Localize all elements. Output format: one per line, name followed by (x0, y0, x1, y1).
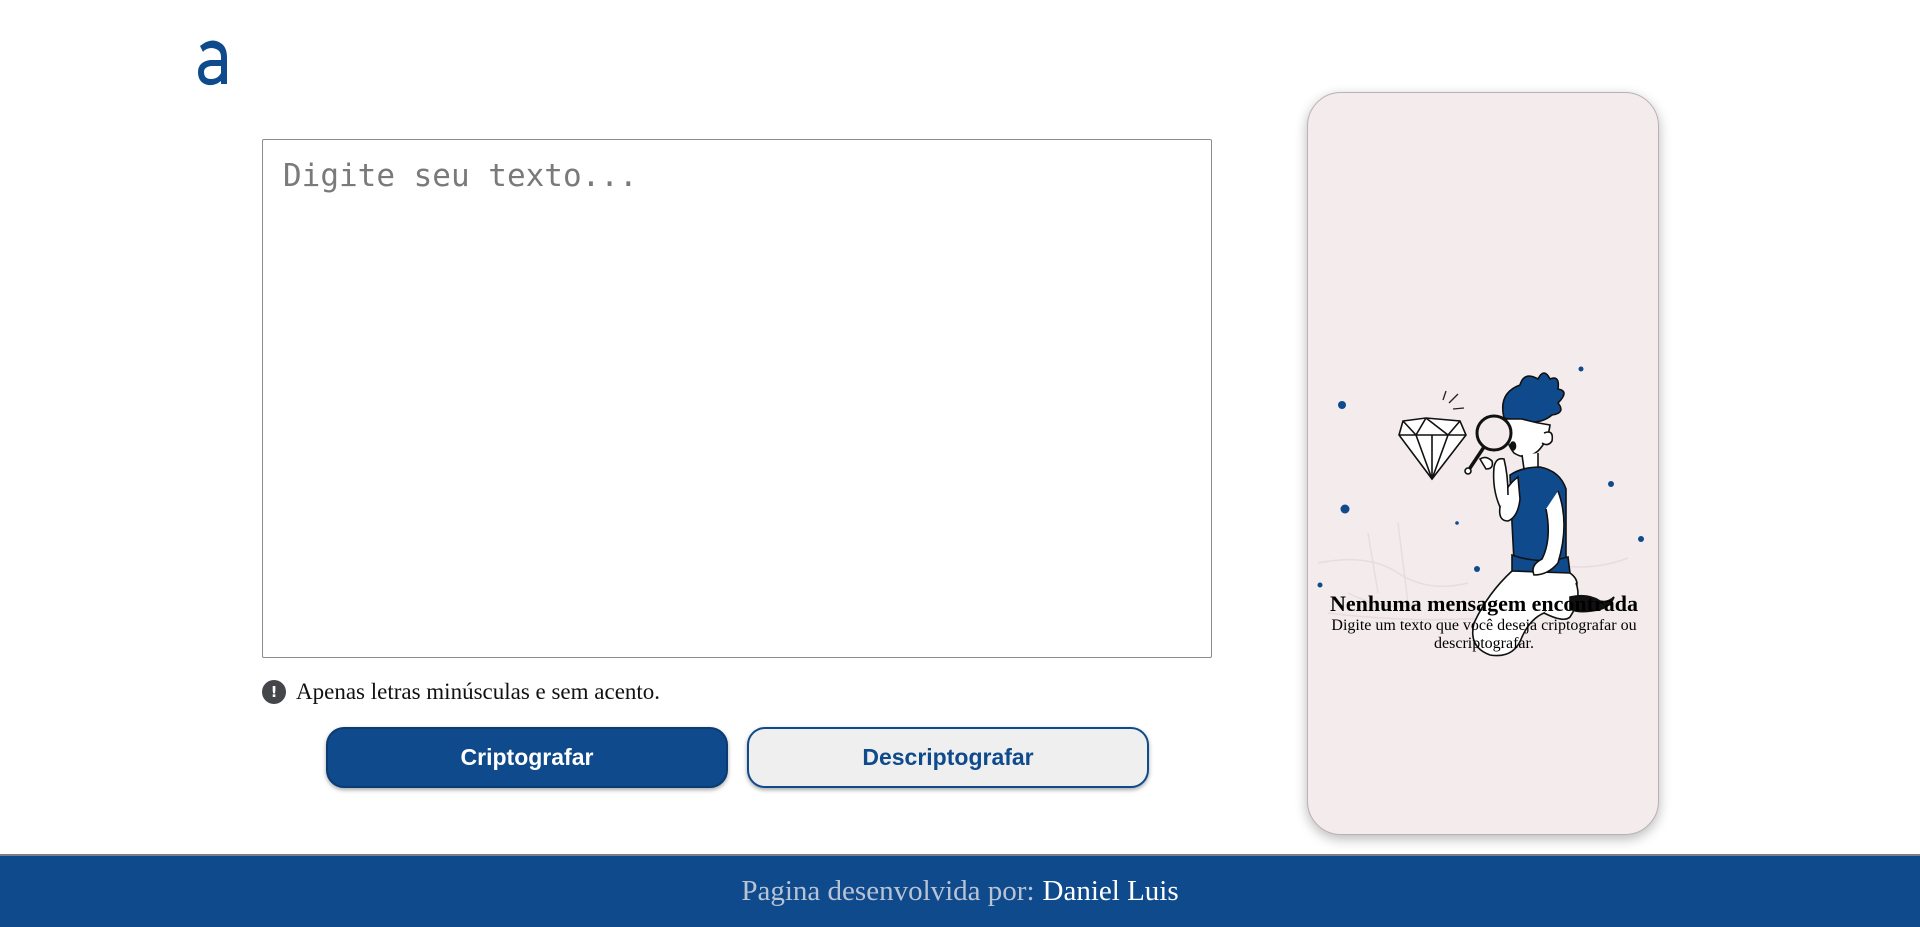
result-title: Nenhuma mensagem encontrada (1330, 591, 1638, 616)
page: ! Apenas letras minúsculas e sem acento.… (0, 0, 1920, 927)
exclamation-circle-icon: ! (262, 680, 286, 704)
footer-credit-prefix: Pagina desenvolvida por: (741, 875, 1035, 907)
decrypt-button[interactable]: Descriptografar (747, 727, 1149, 788)
footer-author-name: Daniel Luis (1042, 875, 1179, 907)
footer: Pagina desenvolvida por: Daniel Luis (0, 854, 1920, 927)
input-hint: ! Apenas letras minúsculas e sem acento. (262, 679, 660, 705)
hint-text: Apenas letras minúsculas e sem acento. (296, 679, 661, 704)
encrypt-button[interactable]: Criptografar (326, 727, 728, 788)
message-input[interactable] (262, 139, 1212, 658)
result-panel: Nenhuma mensagem encontrada Digite um te… (1307, 92, 1659, 835)
result-subtitle: Digite um texto que você deseja criptogr… (1331, 617, 1637, 652)
alura-logo-icon[interactable] (194, 36, 230, 88)
